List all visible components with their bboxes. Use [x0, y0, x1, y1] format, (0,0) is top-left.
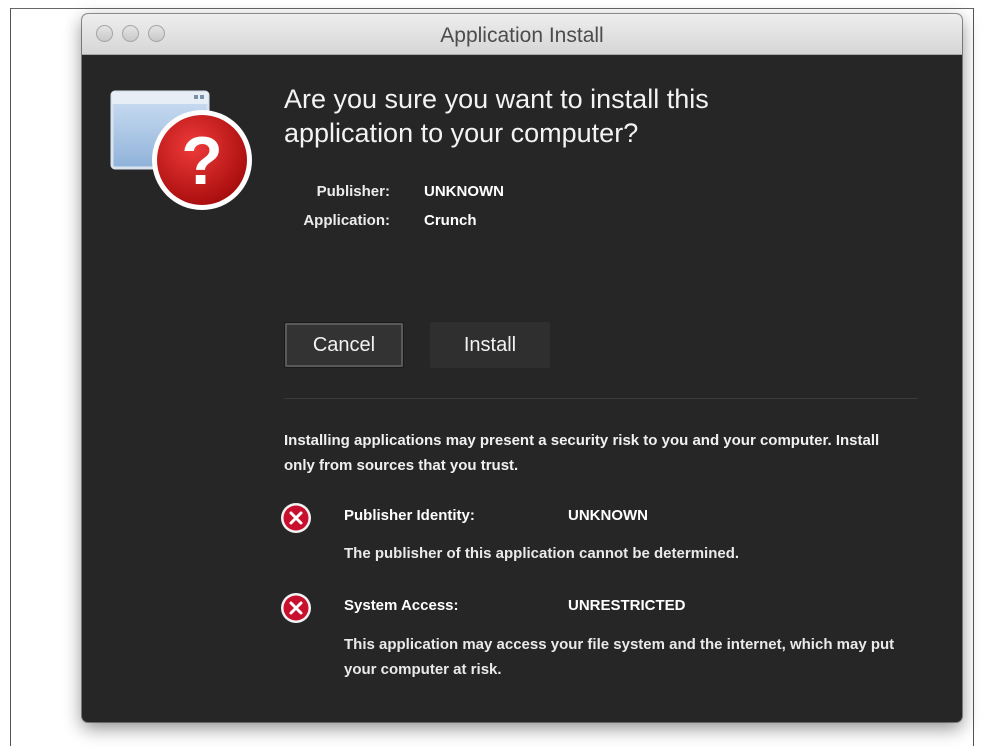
error-x-icon [280, 502, 312, 534]
risk-description-publisher-identity: The publisher of this application cannot… [344, 545, 740, 562]
title-bar[interactable]: Application Install [82, 14, 962, 55]
publisher-label: Publisher: [316, 183, 390, 200]
application-value: Crunch [424, 212, 477, 229]
install-button[interactable]: Install [430, 322, 550, 368]
window-title: Application Install [440, 24, 604, 47]
security-warning-text: Installing applications may present a se… [284, 432, 880, 474]
headline-line-2: application to your computer? [284, 118, 639, 148]
risk-value-system-access: UNRESTRICTED [568, 597, 686, 614]
risk-value-publisher-identity: UNKNOWN [568, 507, 648, 524]
headline-line-1: Are you sure you want to install this [284, 84, 709, 114]
risk-description-system-access: This application may access your file sy… [344, 636, 895, 678]
error-x-icon [280, 592, 312, 624]
question-warning-icon: ? [110, 88, 260, 228]
svg-text:?: ? [181, 123, 223, 199]
section-divider [284, 398, 918, 399]
publisher-value: UNKNOWN [424, 183, 504, 200]
install-confirmation-headline: Are you sure you want to install this ap… [284, 82, 884, 150]
risk-label-publisher-identity: Publisher Identity: [344, 507, 475, 524]
application-label: Application: [303, 212, 390, 229]
cancel-button[interactable]: Cancel [284, 322, 404, 368]
risk-label-system-access: System Access: [344, 597, 459, 614]
